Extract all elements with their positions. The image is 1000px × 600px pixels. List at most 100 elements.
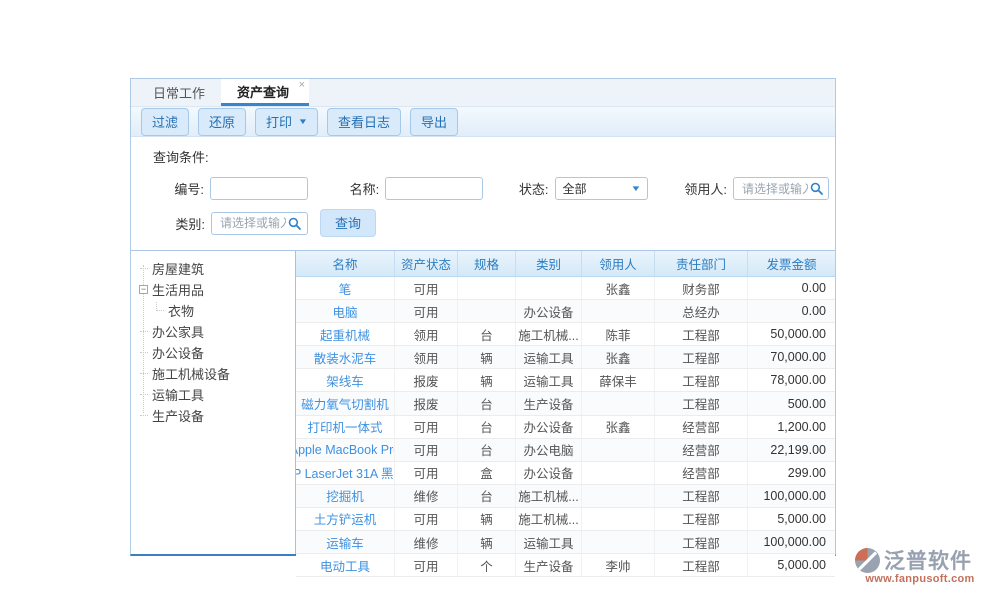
- tab-daily-work[interactable]: 日常工作: [137, 79, 221, 106]
- asset-name-link[interactable]: 运输车: [296, 531, 395, 553]
- tree-branch-connector: [140, 373, 148, 374]
- asset-name-link[interactable]: 电脑: [296, 300, 395, 322]
- search-icon[interactable]: [288, 217, 301, 230]
- tree-item-1[interactable]: −生活用品: [140, 279, 295, 300]
- table-row: 起重机械领用台施工机械...陈菲工程部50,000.00: [296, 323, 835, 346]
- restore-button-label: 还原: [209, 112, 235, 131]
- export-button[interactable]: 导出: [410, 108, 458, 136]
- tree-item-label: 施工机械设备: [152, 364, 230, 383]
- table-cell: 可用: [395, 277, 458, 299]
- table-cell: 经营部: [655, 462, 748, 484]
- table-row: 电动工具可用个生产设备李帅工程部5,000.00: [296, 554, 835, 577]
- table-cell: 办公设备: [516, 416, 582, 438]
- search-button[interactable]: 查询: [320, 209, 376, 237]
- table-row: 散装水泥车领用辆运输工具张鑫工程部70,000.00: [296, 346, 835, 369]
- caret-down-icon: ▼: [298, 117, 308, 126]
- tree-item-6[interactable]: 运输工具: [140, 384, 295, 405]
- asset-name-link[interactable]: 磁力氧气切割机: [296, 392, 395, 414]
- table-cell: [582, 508, 655, 530]
- name-input[interactable]: [385, 177, 483, 200]
- table-row: HP LaserJet 31A 黑硒可用盒办公设备经营部299.00: [296, 462, 835, 485]
- restore-button[interactable]: 还原: [198, 108, 246, 136]
- table-cell: 报废: [395, 369, 458, 391]
- name-label: 名称:: [344, 179, 379, 198]
- table-cell: [582, 531, 655, 553]
- table-header-row: 名称资产状态规格类别领用人责任部门发票金额: [296, 251, 835, 277]
- table-cell: 台: [458, 439, 516, 461]
- table-cell: 个: [458, 554, 516, 576]
- table-cell: 工程部: [655, 485, 748, 507]
- table-cell: 施工机械...: [516, 485, 582, 507]
- asset-name-link[interactable]: HP LaserJet 31A 黑硒: [296, 462, 395, 484]
- table-row: 笔可用 张鑫财务部0.00: [296, 277, 835, 300]
- tab-daily-work-label: 日常工作: [153, 83, 205, 102]
- asset-name-link[interactable]: 笔: [296, 277, 395, 299]
- category-input[interactable]: [218, 215, 288, 231]
- table-cell: 1,200.00: [748, 416, 835, 438]
- tree-item-0[interactable]: 房屋建筑: [140, 258, 295, 279]
- watermark-url: www.fanpusoft.com: [854, 573, 986, 585]
- asset-name-link[interactable]: Apple MacBook Pro: [296, 439, 395, 461]
- table-cell: 张鑫: [582, 277, 655, 299]
- table-cell: [582, 300, 655, 322]
- asset-name-link[interactable]: 散装水泥车: [296, 346, 395, 368]
- table-cell: 盒: [458, 462, 516, 484]
- code-input[interactable]: [210, 177, 308, 200]
- column-header: 名称: [296, 251, 395, 276]
- table-cell: 陈菲: [582, 323, 655, 345]
- toolbar: 过滤 还原 打印▼ 查看日志导出: [131, 107, 835, 137]
- asset-name-link[interactable]: 打印机一体式: [296, 416, 395, 438]
- category-picker[interactable]: [211, 212, 308, 235]
- tab-asset-query-label: 资产查询: [237, 82, 289, 101]
- table-cell: 施工机械...: [516, 508, 582, 530]
- query-row-2: 类别: 查询: [153, 209, 829, 237]
- table-cell: 工程部: [655, 346, 748, 368]
- tree-item-2[interactable]: 衣物: [156, 300, 295, 321]
- tab-asset-query[interactable]: 资产查询 ×: [221, 79, 309, 106]
- status-select[interactable]: 全部 ▼: [555, 177, 648, 200]
- asset-name-link[interactable]: 架线车: [296, 369, 395, 391]
- table-cell: [458, 277, 516, 299]
- view-log-button[interactable]: 查看日志: [327, 108, 401, 136]
- collapse-icon[interactable]: −: [139, 285, 148, 294]
- table-cell: 78,000.00: [748, 369, 835, 391]
- asset-name-link[interactable]: 挖掘机: [296, 485, 395, 507]
- table-cell: 0.00: [748, 277, 835, 299]
- tree-item-label: 办公家具: [152, 322, 204, 341]
- table-row: 土方铲运机可用辆施工机械...工程部5,000.00: [296, 508, 835, 531]
- table-cell: 可用: [395, 508, 458, 530]
- tree-item-7[interactable]: 生产设备: [140, 405, 295, 426]
- recipient-picker[interactable]: [733, 177, 829, 200]
- watermark-top: 泛普软件: [854, 545, 986, 575]
- table-cell: 500.00: [748, 392, 835, 414]
- column-header: 责任部门: [655, 251, 748, 276]
- asset-name-link[interactable]: 土方铲运机: [296, 508, 395, 530]
- table-cell: 台: [458, 416, 516, 438]
- table-cell: 维修: [395, 531, 458, 553]
- table-row: 磁力氧气切割机报废台生产设备工程部500.00: [296, 392, 835, 415]
- recipient-input[interactable]: [740, 181, 810, 197]
- table-cell: 辆: [458, 369, 516, 391]
- fanpu-logo-icon: [854, 547, 881, 574]
- column-header: 规格: [458, 251, 516, 276]
- table-row: 运输车维修辆运输工具工程部100,000.00: [296, 531, 835, 554]
- filter-button[interactable]: 过滤: [141, 108, 189, 136]
- table-cell: 辆: [458, 346, 516, 368]
- tree-item-3[interactable]: 办公家具: [140, 321, 295, 342]
- tree-item-4[interactable]: 办公设备: [140, 342, 295, 363]
- table-cell: 工程部: [655, 323, 748, 345]
- asset-name-link[interactable]: 起重机械: [296, 323, 395, 345]
- table-cell: 台: [458, 323, 516, 345]
- tree-item-5[interactable]: 施工机械设备: [140, 363, 295, 384]
- print-button[interactable]: 打印▼: [255, 108, 318, 136]
- search-icon[interactable]: [810, 182, 823, 195]
- close-icon[interactable]: ×: [299, 80, 305, 91]
- asset-name-link[interactable]: 电动工具: [296, 554, 395, 576]
- column-header: 领用人: [582, 251, 655, 276]
- table-cell: 报废: [395, 392, 458, 414]
- table-cell: 李帅: [582, 554, 655, 576]
- table-cell: 100,000.00: [748, 531, 835, 553]
- table-cell: 财务部: [655, 277, 748, 299]
- table-cell: 可用: [395, 416, 458, 438]
- tree-branch-connector: [140, 394, 148, 395]
